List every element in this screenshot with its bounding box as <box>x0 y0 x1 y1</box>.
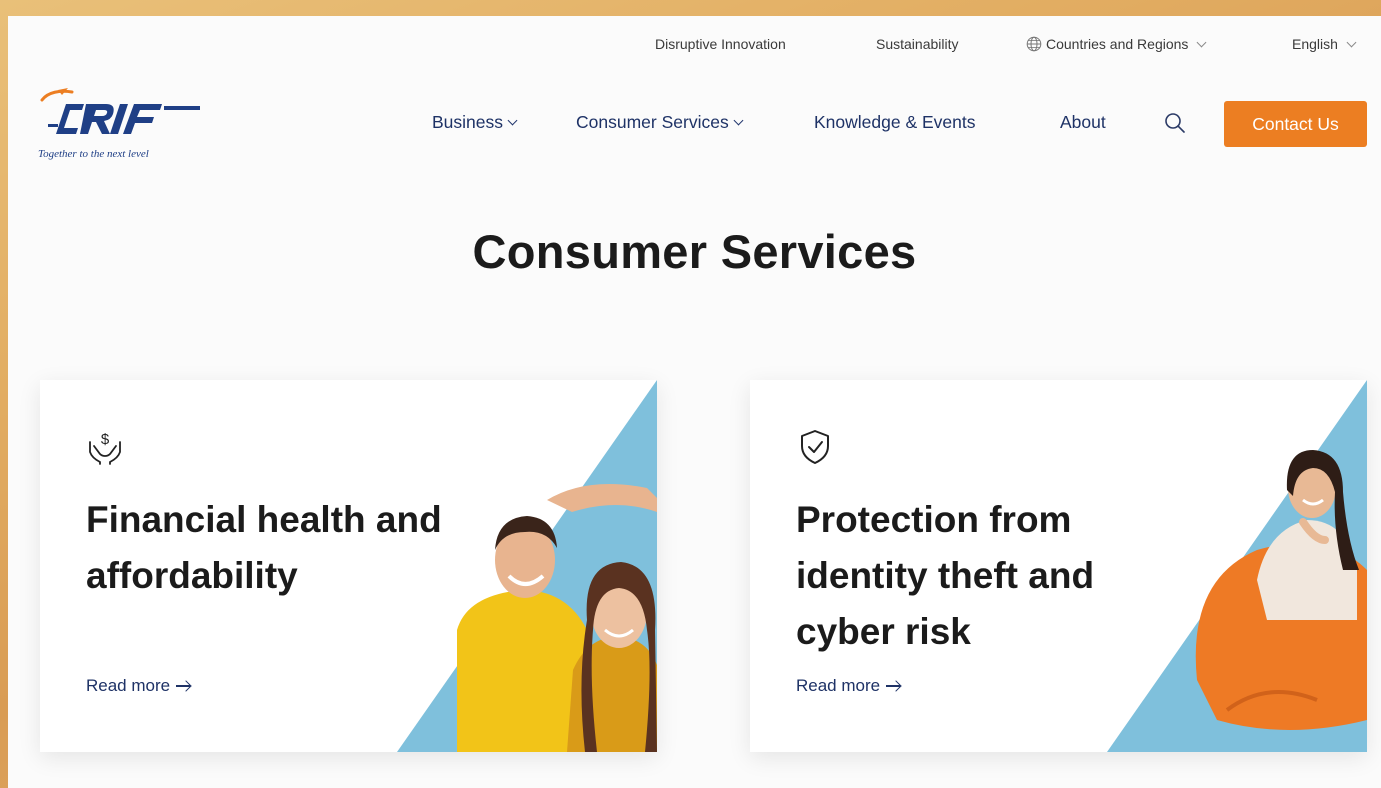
language-selector[interactable]: English <box>1292 36 1357 52</box>
nav-business[interactable]: Business <box>432 112 518 133</box>
contact-us-button[interactable]: Contact Us <box>1224 101 1367 147</box>
nav-knowledge-events[interactable]: Knowledge & Events <box>814 112 976 133</box>
sustainability-label: Sustainability <box>876 36 959 52</box>
page-title: Consumer Services <box>472 225 917 278</box>
shield-check-icon <box>801 430 829 464</box>
nav-about-label: About <box>1060 112 1106 132</box>
read-more-label: Read more <box>796 676 881 695</box>
card-title: Financial health and affordability <box>86 499 442 596</box>
globe-icon <box>1026 36 1042 52</box>
read-more-link[interactable]: Read more <box>86 676 191 696</box>
sustainability-link[interactable]: Sustainability <box>876 36 959 52</box>
nav-knowledge-events-label: Knowledge & Events <box>814 112 976 132</box>
card-financial-health[interactable]: $ Financial health and affordability Rea… <box>40 380 657 752</box>
svg-text:$: $ <box>101 431 110 448</box>
nav-consumer-services-label: Consumer Services <box>576 112 729 132</box>
search-button[interactable] <box>1164 112 1186 134</box>
logo-tagline: Together to the next level <box>38 148 149 160</box>
chevron-down-icon <box>1346 37 1357 47</box>
search-icon <box>1165 113 1185 133</box>
arrow-right-icon <box>176 685 191 687</box>
chevron-down-icon <box>733 115 744 126</box>
hands-dollar-icon: $ <box>89 431 121 465</box>
nav-about[interactable]: About <box>1060 112 1106 133</box>
countries-regions-label: Countries and Regions <box>1046 36 1189 52</box>
disruptive-innovation-link[interactable]: Disruptive Innovation <box>655 36 786 52</box>
arrow-right-icon <box>886 685 901 687</box>
chevron-down-icon <box>507 115 518 126</box>
crif-logo-mark <box>40 88 200 134</box>
read-more-link[interactable]: Read more <box>796 676 901 696</box>
card-identity-protection[interactable]: Protection from identity theft and cyber… <box>750 380 1367 752</box>
nav-consumer-services[interactable]: Consumer Services <box>576 112 744 133</box>
crif-logo[interactable]: Together to the next level <box>38 86 218 166</box>
disruptive-innovation-label: Disruptive Innovation <box>655 36 786 52</box>
countries-regions-dropdown[interactable]: Countries and Regions <box>1026 36 1207 52</box>
page: Disruptive Innovation Sustainability Cou… <box>8 16 1381 788</box>
card-title: Protection from identity theft and cyber… <box>796 499 1095 652</box>
utility-nav: Disruptive Innovation Sustainability Cou… <box>8 36 1381 56</box>
nav-business-label: Business <box>432 112 504 132</box>
read-more-label: Read more <box>86 676 171 695</box>
language-label: English <box>1292 36 1338 52</box>
chevron-down-icon <box>1196 37 1207 47</box>
